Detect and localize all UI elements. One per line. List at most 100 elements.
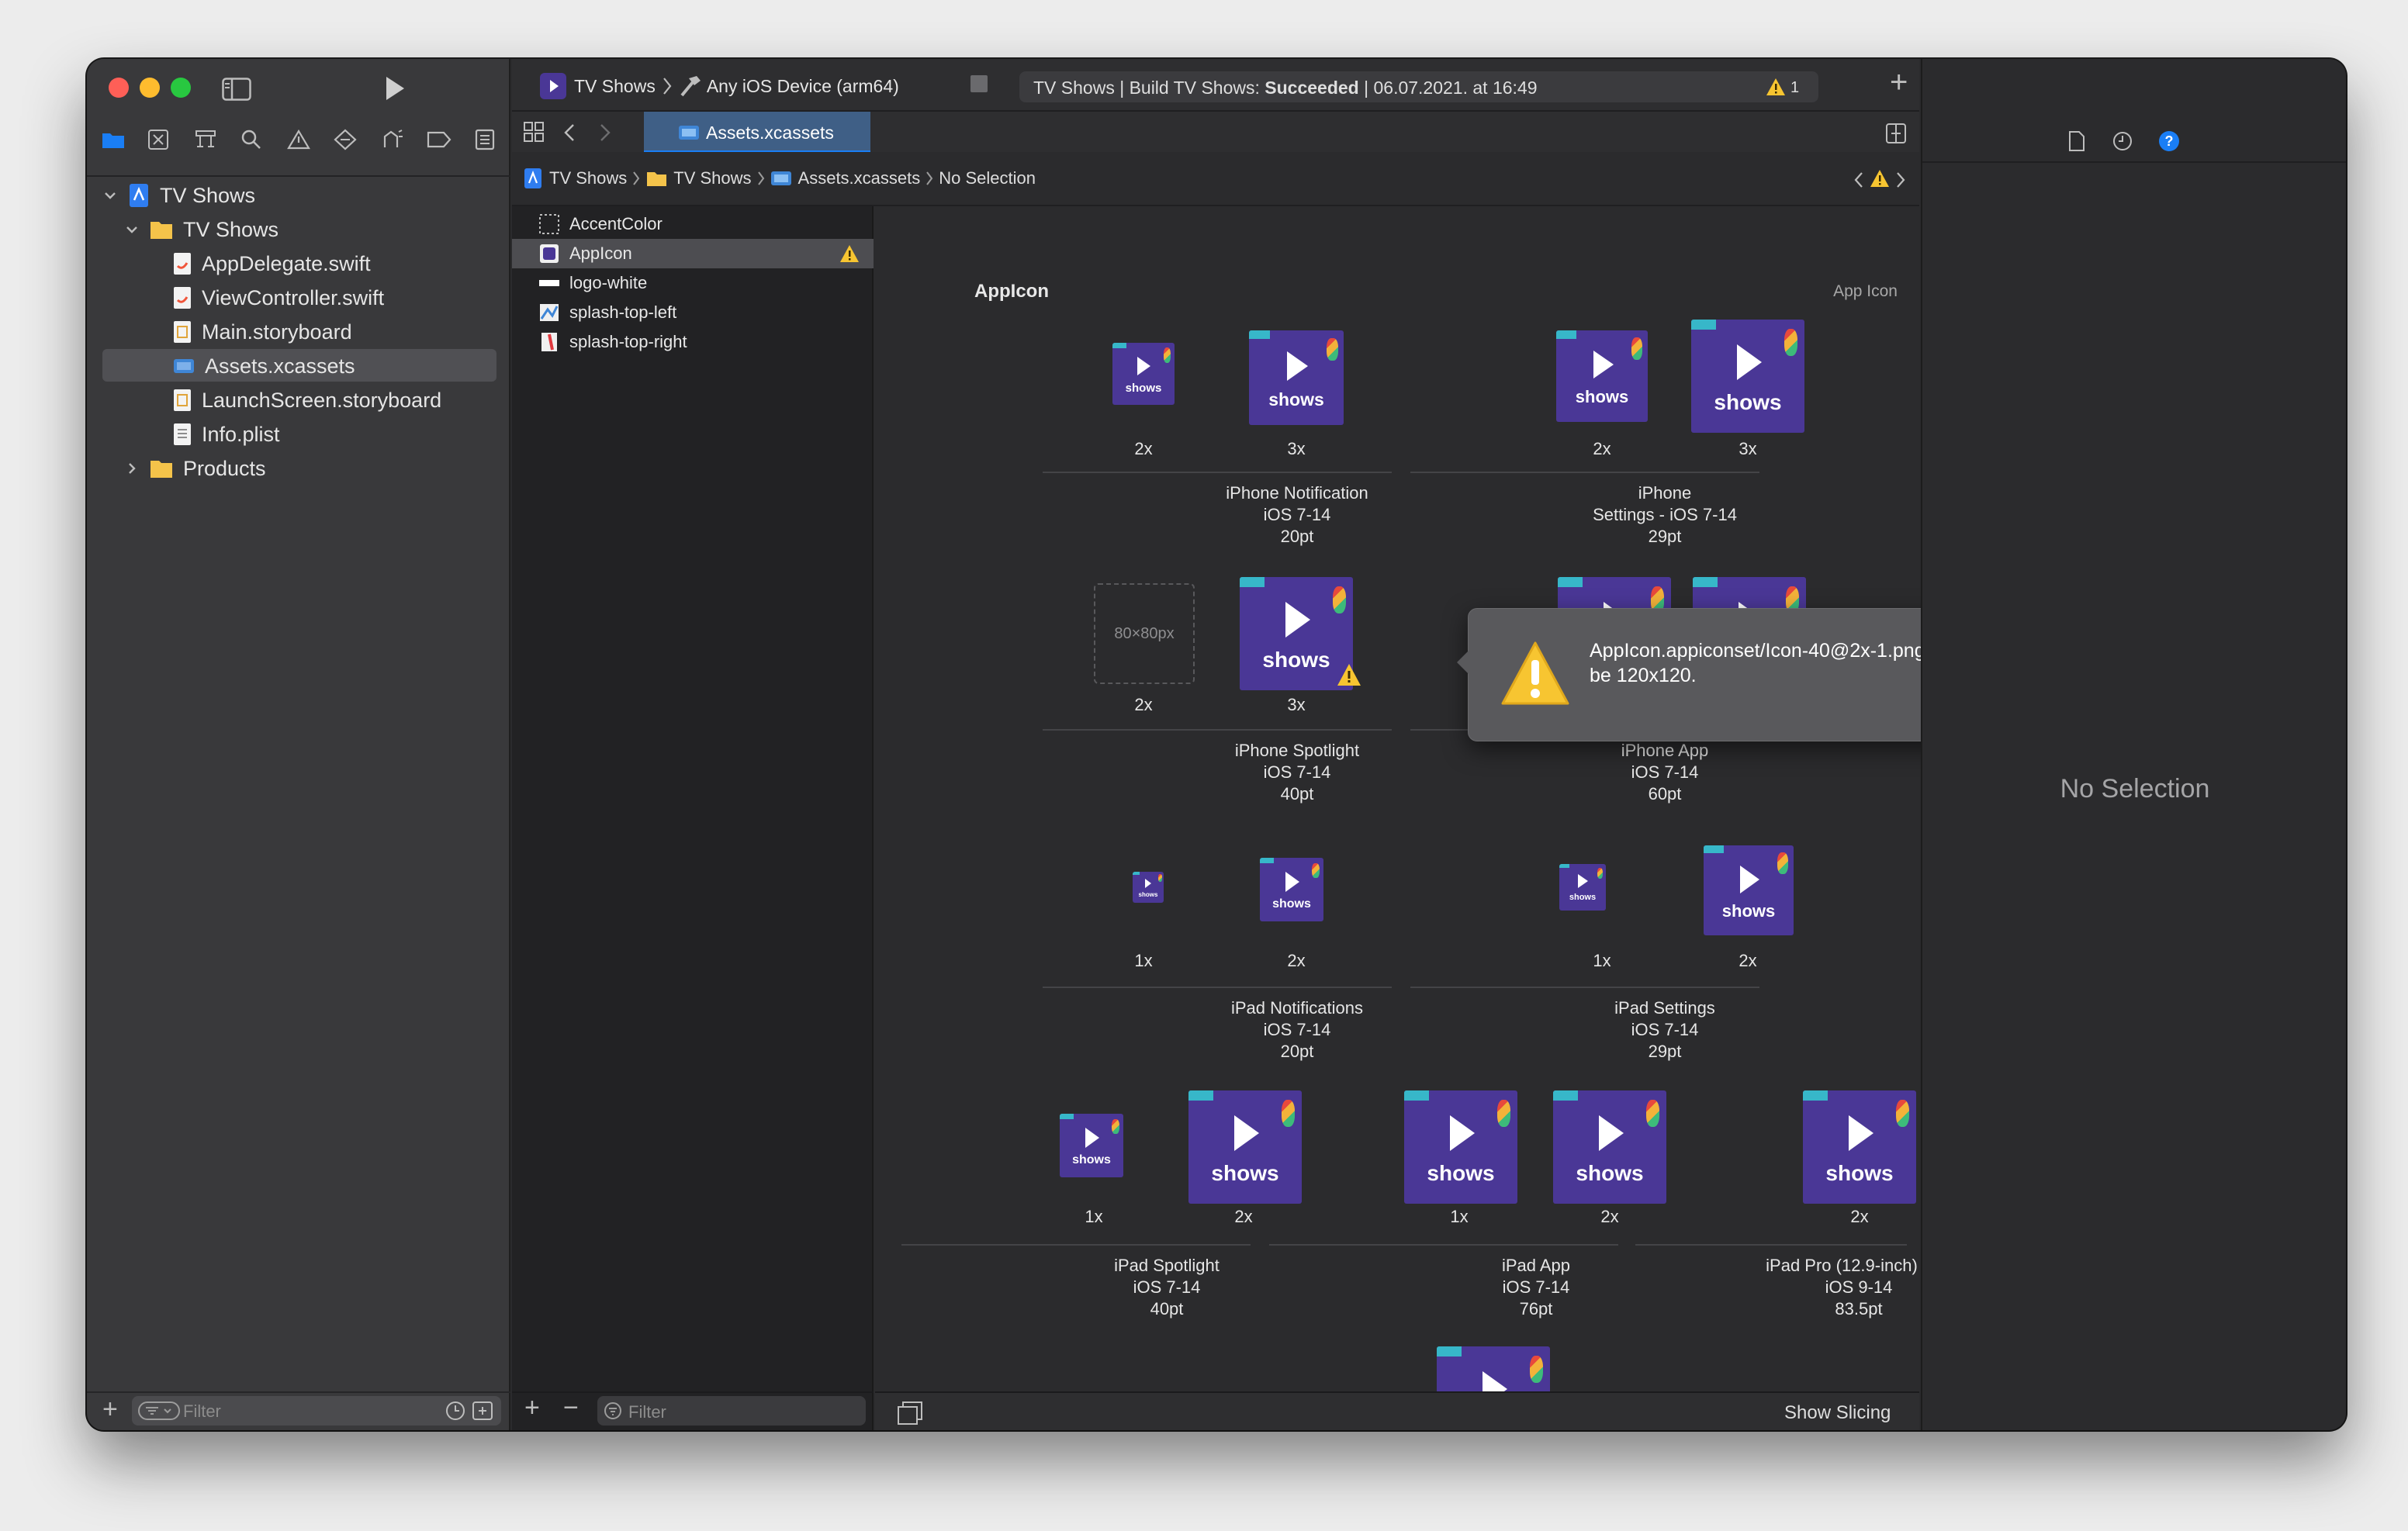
app-icon-image[interactable]: shows xyxy=(1553,1090,1666,1204)
project-row[interactable]: TV Shows xyxy=(104,180,255,211)
scale-label: 1x xyxy=(1593,951,1611,970)
asset-filter-field[interactable]: Filter xyxy=(597,1396,866,1426)
sidebar-toggle-icon[interactable] xyxy=(222,78,251,101)
icon-confetti xyxy=(1281,1099,1296,1127)
breadcrumb-item[interactable]: TV Shows xyxy=(549,168,627,188)
asset-row-selected[interactable]: AppIcon xyxy=(512,239,874,268)
quick-help-icon[interactable]: ? xyxy=(2158,130,2180,152)
chevron-down-icon[interactable] xyxy=(104,189,116,202)
empty-icon-slot[interactable]: 80×80px xyxy=(1094,583,1195,684)
asset-row[interactable]: logo-white xyxy=(512,268,874,298)
asset-catalog-icon xyxy=(770,171,791,185)
navigator-filter-field[interactable]: Filter xyxy=(132,1396,501,1426)
app-icon-image[interactable]: shows xyxy=(1060,1114,1123,1177)
icon-confetti xyxy=(1597,867,1604,880)
app-icon-image[interactable]: shows xyxy=(1188,1090,1302,1204)
library-add-button[interactable]: + xyxy=(1890,65,1908,100)
chevron-right-icon[interactable] xyxy=(597,123,613,143)
chevron-left-icon[interactable] xyxy=(562,123,577,143)
breadcrumb-item[interactable]: Assets.xcassets xyxy=(798,168,921,188)
search-icon[interactable] xyxy=(240,129,262,150)
scheme-selector[interactable]: TV Shows Any iOS Device (arm64) xyxy=(540,71,899,101)
app-icon-image[interactable]: shows xyxy=(1112,343,1175,405)
file-row[interactable]: AppDelegate.swift xyxy=(172,248,371,279)
history-inspector-icon[interactable] xyxy=(2112,130,2133,152)
warning-icon[interactable] xyxy=(839,244,860,263)
group-row[interactable]: Products xyxy=(126,453,266,484)
asset-row[interactable]: AccentColor xyxy=(512,209,874,239)
test-navigator-icon[interactable] xyxy=(334,129,357,150)
asset-catalog-icon xyxy=(174,359,194,373)
chevron-right-icon[interactable] xyxy=(126,462,138,475)
zoom-window-button[interactable] xyxy=(171,78,191,98)
app-icon-image[interactable]: shows xyxy=(1559,864,1606,911)
warning-icon[interactable] xyxy=(1336,662,1362,687)
activity-status-bar[interactable]: TV Shows | Build TV Shows: Succeeded | 0… xyxy=(1019,71,1818,102)
icon-accent-stripe xyxy=(1693,577,1718,588)
add-editor-icon[interactable] xyxy=(1885,123,1907,144)
breakpoint-navigator-icon[interactable] xyxy=(427,130,452,149)
source-control-filter-icon[interactable] xyxy=(472,1401,493,1421)
add-icon[interactable]: + xyxy=(102,1394,118,1425)
chevron-left-icon[interactable] xyxy=(1853,171,1865,189)
run-button[interactable] xyxy=(382,74,407,102)
app-icon-image[interactable]: shows xyxy=(1803,1090,1916,1204)
warning-icon[interactable] xyxy=(1870,169,1890,188)
file-row-selected[interactable]: Assets.xcassets xyxy=(172,351,355,382)
file-row[interactable]: LaunchScreen.storyboard xyxy=(172,385,441,416)
app-icon-image[interactable]: shows xyxy=(1133,872,1164,903)
remove-asset-button[interactable]: − xyxy=(563,1393,579,1423)
asset-row[interactable]: splash-top-right xyxy=(512,327,874,357)
app-icon-image[interactable]: shows xyxy=(1404,1090,1517,1204)
tab-assets[interactable]: Assets.xcassets xyxy=(644,112,870,152)
play-icon xyxy=(1736,344,1762,381)
issue-navigator-icon[interactable] xyxy=(287,129,310,150)
file-label: Assets.xcassets xyxy=(205,354,355,378)
app-icon-image[interactable]: shows xyxy=(1260,858,1323,921)
close-window-button[interactable] xyxy=(109,78,129,98)
stop-button[interactable] xyxy=(968,73,991,96)
app-icon-image[interactable]: shows xyxy=(1556,330,1648,422)
app-icon-image[interactable]: shows xyxy=(1704,845,1794,935)
icon-group-label-line: iPad Spotlight xyxy=(1114,1256,1220,1275)
minimize-window-button[interactable] xyxy=(140,78,160,98)
report-navigator-icon[interactable] xyxy=(475,129,495,150)
image-set-icon xyxy=(540,304,559,321)
group-separator xyxy=(1043,987,1392,988)
group-separator xyxy=(1043,729,1392,731)
appearances-icon[interactable] xyxy=(897,1401,923,1426)
debug-navigator-icon[interactable] xyxy=(380,129,403,150)
app-icon-image[interactable]: shows xyxy=(1691,320,1804,433)
icon-group-label-line: iPad Notifications xyxy=(1231,998,1363,1018)
add-asset-button[interactable]: + xyxy=(524,1393,540,1423)
recent-files-icon[interactable] xyxy=(445,1401,465,1421)
icon-group-label: iPad Settings iOS 7-14 29pt xyxy=(1494,997,1835,1063)
source-control-icon[interactable] xyxy=(147,129,169,150)
file-row[interactable]: Main.storyboard xyxy=(172,316,352,347)
warning-icon[interactable] xyxy=(1766,78,1786,96)
show-slicing-button[interactable]: Show Slicing xyxy=(1784,1402,1891,1424)
breadcrumb-item[interactable]: TV Shows xyxy=(673,168,751,188)
group-separator xyxy=(901,1244,1251,1246)
folder-icon[interactable] xyxy=(101,129,126,150)
file-row[interactable]: ViewController.swift xyxy=(172,282,384,313)
icon-confetti xyxy=(1112,1118,1120,1135)
chevron-right-icon[interactable] xyxy=(1894,171,1907,189)
symbol-navigator-icon[interactable] xyxy=(194,129,217,150)
icon-confetti xyxy=(1332,586,1347,613)
icon-group-label-line: 40pt xyxy=(1280,784,1314,804)
chevron-down-icon[interactable] xyxy=(126,223,138,236)
file-row[interactable]: Info.plist xyxy=(172,419,280,450)
group-row[interactable]: TV Shows xyxy=(126,214,279,245)
file-inspector-icon[interactable] xyxy=(2068,130,2085,152)
icon-confetti xyxy=(1496,1099,1511,1127)
grid-related-items-icon[interactable] xyxy=(523,121,546,144)
asset-row[interactable]: splash-top-left xyxy=(512,298,874,327)
icon-accent-stripe xyxy=(1133,872,1140,875)
icon-group-label-line: 76pt xyxy=(1519,1299,1553,1318)
breadcrumb-item[interactable]: No Selection xyxy=(939,168,1036,188)
app-icon-image[interactable]: shows xyxy=(1249,330,1344,425)
chevron-right-icon xyxy=(926,171,933,185)
group-label: TV Shows xyxy=(183,217,279,241)
image-set-icon xyxy=(541,333,557,351)
